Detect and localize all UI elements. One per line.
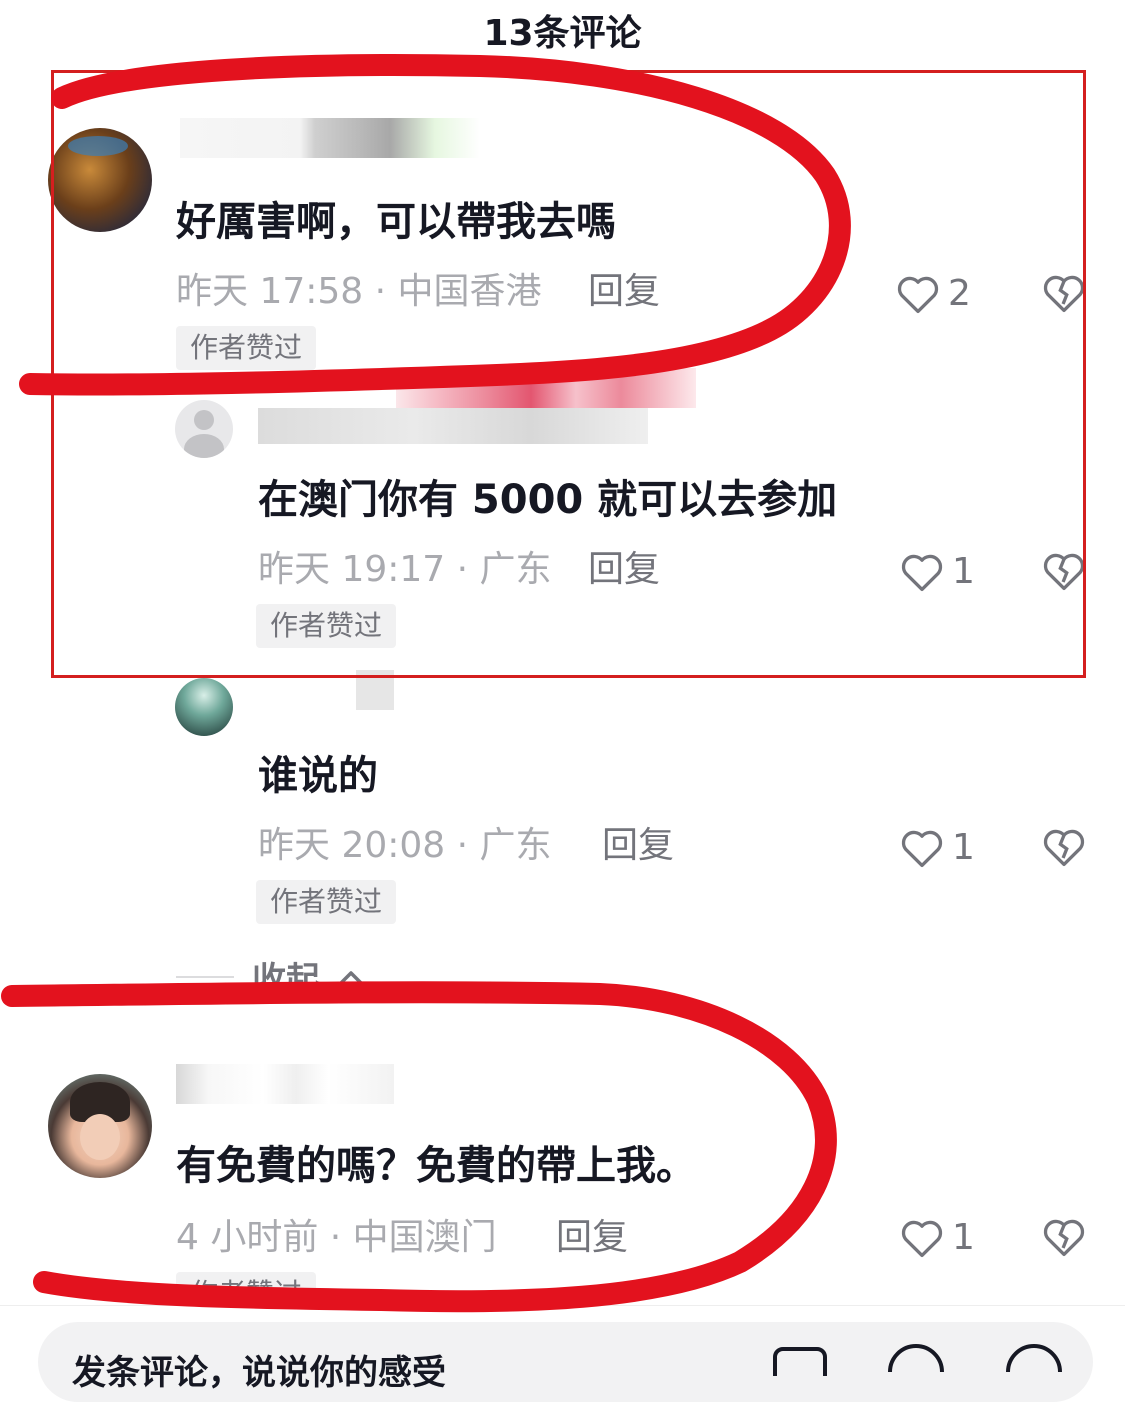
like-count: 1 [952,1217,975,1258]
heart-icon [901,554,943,592]
image-icon[interactable] [772,1346,828,1391]
blurred-username[interactable] [176,1064,394,1104]
avatar[interactable] [175,678,233,736]
dislike-heart-icon [1043,553,1085,591]
comment-text: 好厲害啊，可以帶我去嗎 [176,199,616,245]
emoji-icon[interactable] [1004,1342,1064,1400]
dislike-button[interactable] [1042,1216,1086,1262]
dislike-heart-icon [1043,829,1085,867]
author-liked-badge: 作者赞过 [256,880,397,924]
like-button[interactable]: 1 [900,1214,975,1262]
reply-button[interactable]: 回复 [588,268,660,316]
comment-text: 谁说的 [258,753,378,799]
mention-icon[interactable] [886,1342,946,1400]
comment-meta: 昨天 19:17 · 广东 [258,549,552,590]
divider-line [176,975,234,978]
avatar[interactable] [48,1074,152,1178]
heart-icon [897,276,939,314]
avatar[interactable] [175,400,233,458]
dislike-button[interactable] [1042,826,1086,872]
like-count: 2 [948,273,971,314]
like-count: 1 [952,551,975,592]
comment-meta: 昨天 17:58 · 中国香港 [176,271,542,312]
heart-icon [901,830,943,868]
comment-input-placeholder: 发条评论，说说你的感受 [72,1353,446,1393]
reply-button[interactable]: 回复 [556,1214,628,1262]
like-button[interactable]: 1 [900,824,975,872]
like-count: 1 [952,827,975,868]
like-button[interactable]: 1 [900,548,975,596]
dislike-button[interactable] [1042,550,1086,596]
comment-text: 有免費的嗎？免費的帶上我。 [176,1143,696,1189]
collapse-label: 收起 [252,960,320,1000]
comment-text: 在澳门你有 5000 就可以去参加 [258,477,838,523]
reply-button[interactable]: 回复 [602,822,674,870]
reply-button[interactable]: 回复 [588,546,660,594]
blurred-username[interactable] [356,670,394,710]
collapse-replies-button[interactable]: 收起 [176,952,364,1001]
dislike-heart-icon [1043,275,1085,313]
author-liked-badge: 作者赞过 [256,604,397,648]
blurred-username[interactable] [180,118,480,158]
heart-icon [901,1220,943,1258]
author-liked-badge: 作者赞过 [176,326,317,370]
comment-meta: 4 小时前 · 中国澳门 [176,1217,497,1258]
comment-meta: 昨天 20:08 · 广东 [258,825,552,866]
dislike-button[interactable] [1042,272,1086,318]
comments-count-title: 13条评论 [483,13,642,54]
blurred-username[interactable] [396,368,696,408]
chevron-up-icon [339,970,363,985]
avatar[interactable] [48,128,152,232]
blurred-username[interactable] [258,408,648,444]
like-button[interactable]: 2 [896,270,971,318]
dislike-heart-icon [1043,1219,1085,1257]
